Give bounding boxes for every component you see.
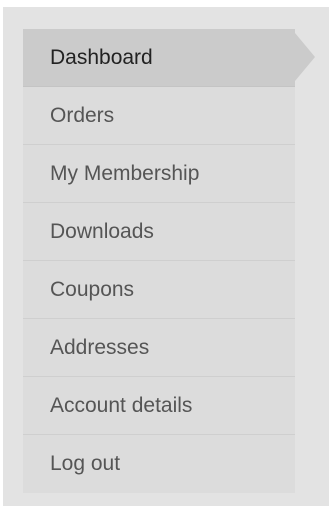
- nav-item-orders[interactable]: Orders: [23, 87, 295, 145]
- nav-item-dashboard[interactable]: Dashboard: [23, 29, 315, 87]
- nav-item-coupons[interactable]: Coupons: [23, 261, 295, 319]
- nav-item-label: My Membership: [50, 161, 200, 185]
- nav-item-account-details[interactable]: Account details: [23, 377, 295, 435]
- nav-item-label: Addresses: [50, 335, 150, 359]
- nav-item-addresses[interactable]: Addresses: [23, 319, 295, 377]
- nav-item-label: Log out: [50, 452, 121, 475]
- nav-item-my-membership[interactable]: My Membership: [23, 145, 295, 203]
- account-navigation-list: Dashboard Orders My Membership Downloads…: [23, 29, 315, 493]
- nav-item-label: Downloads: [50, 219, 154, 243]
- nav-item-label: Orders: [50, 103, 115, 127]
- account-navigation-panel: Dashboard Orders My Membership Downloads…: [3, 7, 329, 506]
- nav-item-label: Coupons: [50, 277, 135, 301]
- nav-item-downloads[interactable]: Downloads: [23, 203, 295, 261]
- nav-item-label: Dashboard: [50, 45, 153, 69]
- nav-item-log-out[interactable]: Log out: [23, 435, 295, 493]
- nav-item-label: Account details: [50, 393, 193, 417]
